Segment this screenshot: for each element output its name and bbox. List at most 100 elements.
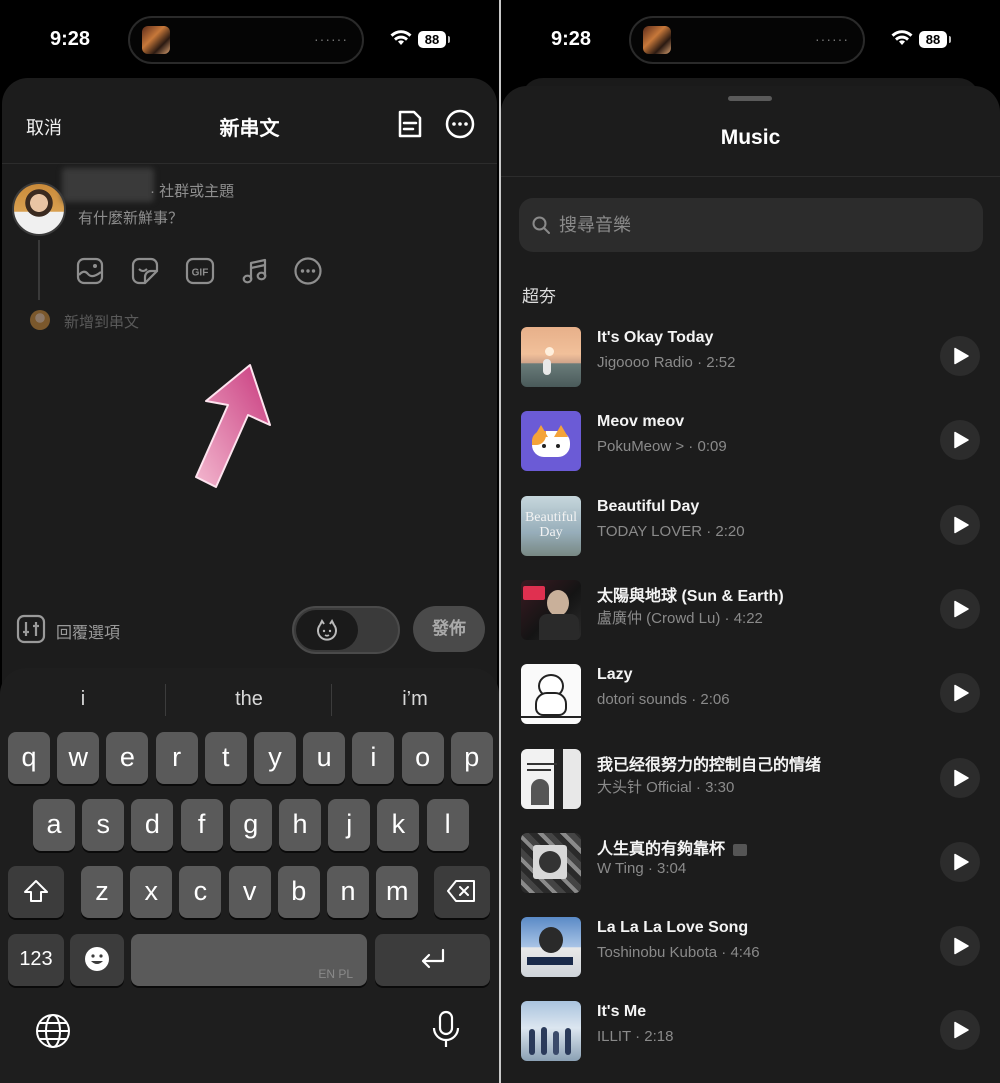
play-icon [954, 347, 969, 365]
key-i[interactable]: i [352, 732, 395, 784]
separator: · [643, 859, 658, 877]
track-row[interactable]: Meov meov PokuMeow > · 0:09 [501, 411, 1000, 495]
face-icon [317, 619, 337, 641]
reply-options-label[interactable]: 回覆選項 [56, 619, 120, 643]
key-e[interactable]: e [106, 732, 149, 784]
key-r[interactable]: r [155, 732, 198, 784]
play-icon [954, 432, 969, 449]
key-y[interactable]: y [254, 732, 296, 784]
track-title: Meov meov [597, 413, 684, 431]
separator: · [691, 778, 706, 796]
key-l[interactable]: l [426, 799, 469, 851]
track-duration: 3:30 [705, 778, 735, 796]
separator: · [717, 944, 731, 962]
reply-options-icon[interactable] [16, 614, 46, 644]
track-title: La La La Love Song [597, 919, 748, 937]
post-text-input[interactable]: 有什麼新鮮事？ [78, 207, 183, 228]
key-c[interactable]: c [179, 866, 222, 918]
community-selector[interactable]: · 社群或主題 [150, 180, 234, 201]
globe-icon[interactable] [34, 1012, 72, 1050]
sticker-icon[interactable] [130, 256, 160, 286]
status-time: 9:28 [50, 28, 91, 50]
key-b[interactable]: b [277, 866, 320, 918]
key-m[interactable]: m [376, 866, 419, 918]
play-button[interactable] [940, 841, 980, 882]
key-n[interactable]: n [327, 866, 369, 918]
play-button[interactable] [940, 1010, 980, 1051]
backspace-key[interactable] [434, 866, 490, 918]
key-p[interactable]: p [450, 732, 493, 784]
microphone-icon[interactable] [430, 1010, 462, 1050]
music-search-bar[interactable] [519, 198, 983, 252]
key-j[interactable]: j [328, 799, 371, 851]
track-row[interactable]: 我已经很努力的控制自己的情绪 大头针 Official · 3:30 [501, 748, 1000, 833]
post-button[interactable]: 發佈 [413, 606, 485, 652]
key-w[interactable]: w [57, 732, 100, 784]
play-button[interactable] [940, 757, 980, 798]
add-to-thread-button[interactable]: 新增到串文 [64, 311, 139, 332]
header-divider [2, 163, 497, 164]
ai-label-toggle[interactable] [292, 606, 400, 654]
toggle-knob [296, 610, 358, 650]
separator: · [692, 354, 707, 371]
key-v[interactable]: v [228, 866, 271, 918]
track-title: 人生真的有夠靠杯 [597, 835, 748, 859]
play-button[interactable] [940, 504, 980, 545]
track-row[interactable]: 人生真的有夠靠杯 W Ting · 3:04 [501, 832, 1000, 917]
play-button[interactable] [940, 588, 980, 629]
track-title-text: It's Me [597, 1003, 647, 1021]
music-picker-screen: 9:28 ······ 88 Music 超夯 It's Okay TodayJ… [501, 0, 1000, 1083]
suggestion-1[interactable]: i [3, 688, 163, 711]
gif-icon[interactable]: GIF [185, 256, 215, 286]
image-icon[interactable] [75, 256, 105, 286]
track-row[interactable]: 太陽與地球 (Sun & Earth) 盧廣仲 (Crowd Lu) · 4:22 [501, 579, 1000, 664]
key-q[interactable]: q [8, 732, 50, 784]
music-icon[interactable] [240, 256, 270, 286]
key-a[interactable]: a [33, 799, 75, 851]
more-options-icon[interactable] [444, 108, 476, 140]
track-row[interactable]: It's Me ILLIT · 2:18 [501, 1001, 1000, 1083]
track-row[interactable]: Lazy dotori sounds · 2:06 [501, 664, 1000, 748]
album-cover [521, 917, 581, 978]
track-subtitle: 大头针 Official · 3:30 [597, 776, 734, 797]
suggestion-2[interactable]: the [169, 688, 329, 711]
music-sheet: Music 超夯 It's Okay Today Jigoooo Radio · … [501, 86, 1000, 1083]
play-icon [954, 1022, 969, 1039]
return-key[interactable] [375, 934, 490, 986]
shift-key[interactable] [8, 866, 64, 918]
gif-label: GIF [192, 268, 209, 279]
track-row[interactable]: Beautiful Day Beautiful Day TODAY LOVER · 2… [501, 495, 1000, 580]
drafts-icon[interactable] [394, 108, 426, 140]
key-z[interactable]: z [81, 866, 123, 918]
now-playing-thumbnail [643, 26, 671, 54]
key-f[interactable]: f [180, 799, 223, 851]
track-title-text: Meov meov [597, 413, 685, 431]
play-icon [954, 853, 969, 871]
key-u[interactable]: u [303, 732, 346, 784]
play-button[interactable] [940, 673, 980, 714]
track-duration: 2:06 [700, 691, 730, 709]
track-row[interactable]: La La La Love Song Toshinobu Kubota · 4:4… [501, 917, 1000, 1001]
sheet-grabber[interactable] [728, 96, 772, 101]
track-artist: Jigoooo Radio [597, 354, 693, 371]
key-t[interactable]: t [204, 732, 247, 784]
suggestion-3[interactable]: i’m [335, 688, 495, 711]
emoji-key[interactable] [70, 934, 124, 986]
separator: · [720, 609, 734, 627]
play-button[interactable] [940, 926, 980, 967]
key-s[interactable]: s [82, 799, 125, 851]
key-g[interactable]: g [229, 799, 272, 851]
track-row[interactable]: It's Okay Today Jigoooo Radio · 2:52 [501, 327, 1000, 411]
key-o[interactable]: o [401, 732, 444, 784]
more-icon[interactable] [293, 256, 323, 286]
compose-screen: 9:28 ······ 88 取消 新串文 · 社群或主題 有什麼新鮮事？ GI… [0, 0, 499, 1083]
key-x[interactable]: x [130, 866, 173, 918]
music-search-input[interactable] [559, 198, 959, 252]
numbers-key[interactable]: 123 [8, 934, 64, 986]
play-button[interactable] [940, 420, 980, 461]
play-button[interactable] [940, 336, 980, 376]
key-h[interactable]: h [279, 799, 321, 851]
key-d[interactable]: d [131, 799, 174, 851]
key-k[interactable]: k [377, 799, 420, 851]
space-key[interactable]: EN PL [131, 934, 367, 986]
